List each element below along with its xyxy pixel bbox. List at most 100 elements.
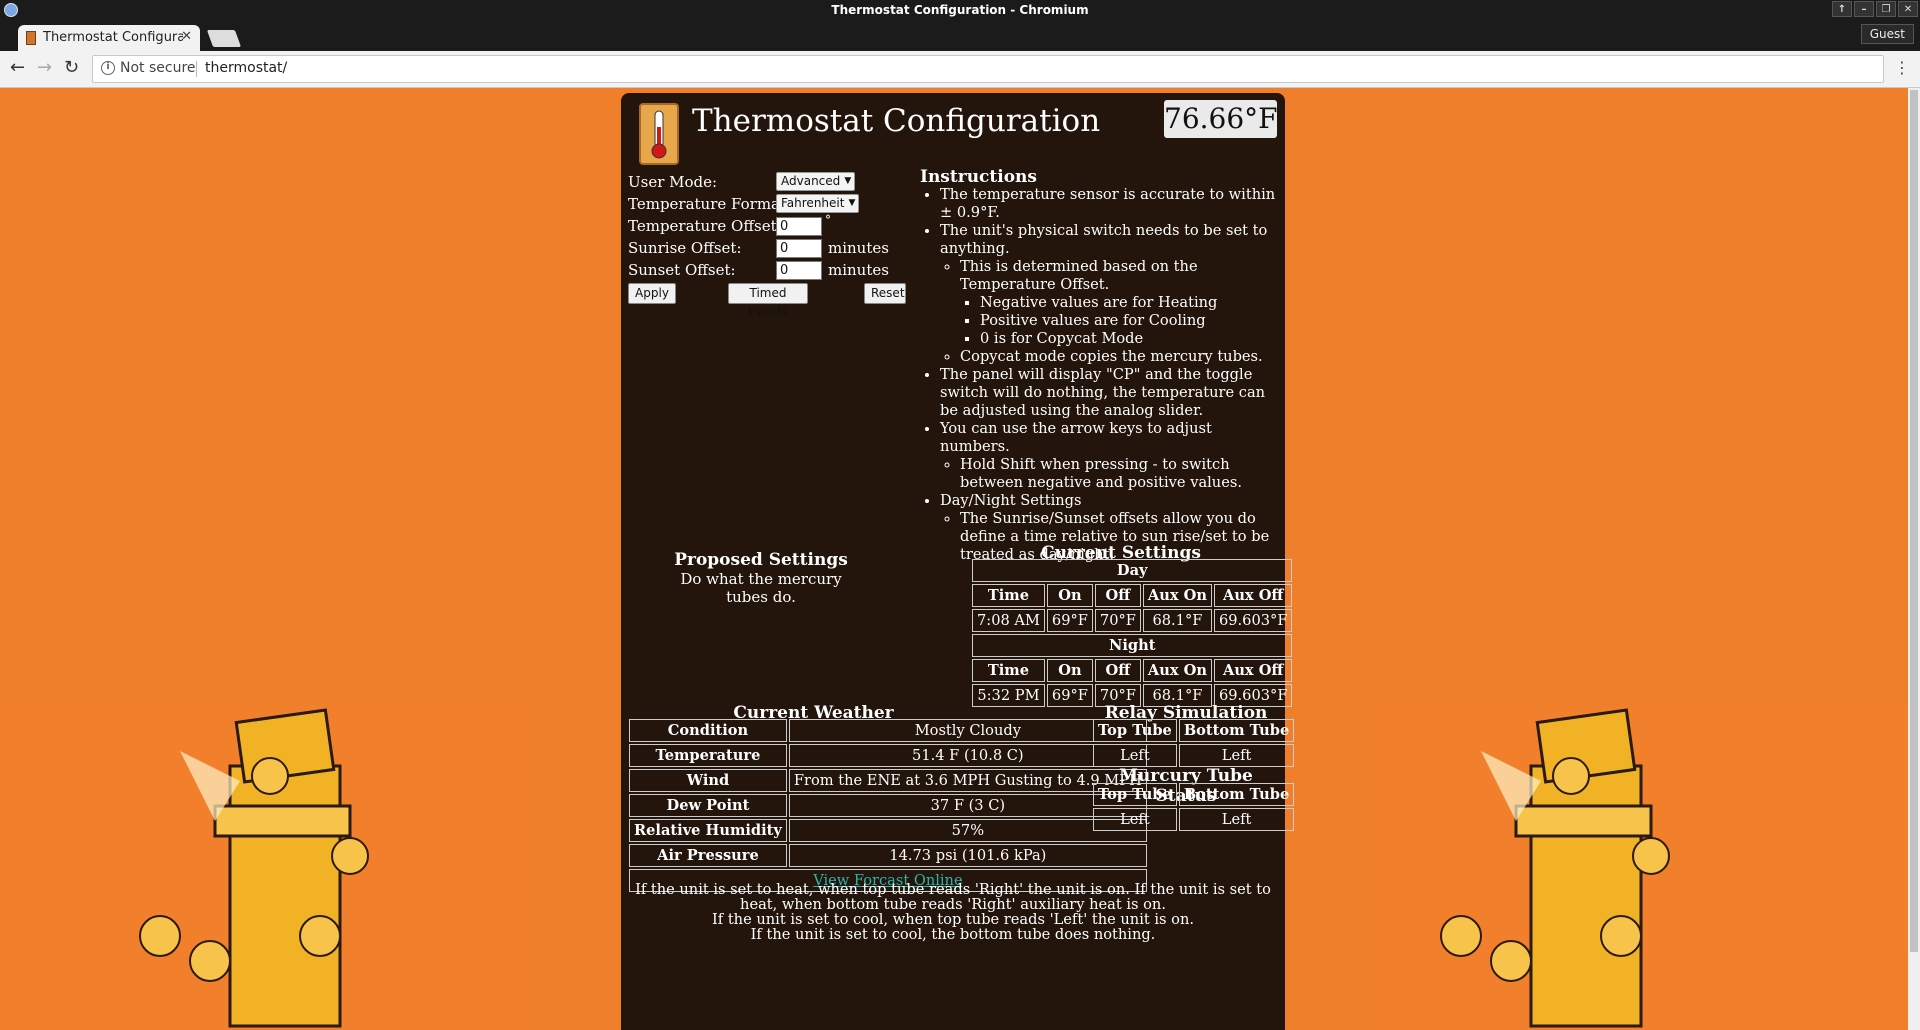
- weather-label: Temperature: [629, 744, 787, 767]
- instruction-text: You can use the arrow keys to adjust num…: [940, 420, 1212, 455]
- day-on: 69°F: [1046, 609, 1093, 632]
- reload-icon[interactable]: ↻: [64, 59, 79, 77]
- cat-illustration-right: [1366, 706, 1908, 1030]
- night-label: Night: [972, 634, 1293, 657]
- column-header: Time: [972, 584, 1045, 607]
- column-header: On: [1046, 659, 1093, 682]
- minutes-unit: minutes: [828, 239, 889, 257]
- current-temperature: 76.66°F: [1164, 100, 1278, 138]
- mercury-top-tube: Left: [1093, 808, 1177, 831]
- temp-format-select[interactable]: Fahrenheit ▼: [776, 194, 860, 213]
- temp-format-value: Fahrenheit: [781, 196, 845, 210]
- tab-strip: Thermostat Configura ✕ Guest: [0, 21, 1920, 51]
- sunset-offset-label: Sunset Offset:: [628, 261, 736, 279]
- column-header: Aux Off: [1213, 584, 1293, 607]
- column-header: Top Tube: [1093, 783, 1177, 806]
- table-row: Air Pressure 14.73 psi (101.6 kPa): [629, 844, 1147, 867]
- day-label: Day: [972, 559, 1293, 582]
- thermostat-panel: Thermostat Configuration 76.66°F User Mo…: [621, 93, 1295, 1030]
- thermometer-favicon-icon: [26, 31, 36, 45]
- proposed-settings-heading: Proposed Settings: [674, 550, 848, 570]
- timed-events-button[interactable]: Timed Events: [728, 283, 808, 319]
- day-aux-off: 69.603°F: [1213, 609, 1293, 632]
- pin-icon[interactable]: ↑: [1832, 1, 1852, 17]
- close-tab-icon[interactable]: ✕: [181, 29, 192, 44]
- relay-bottom-tube: Left: [1178, 744, 1295, 767]
- user-mode-label: User Mode:: [628, 173, 718, 191]
- instruction-item: Positive values are for Cooling: [980, 312, 1280, 330]
- column-header: Aux On: [1142, 584, 1212, 607]
- forward-icon[interactable]: →: [37, 59, 52, 77]
- column-header: Top Tube: [1093, 719, 1177, 742]
- window-title: Thermostat Configuration - Chromium: [831, 3, 1089, 17]
- sunrise-offset-label: Sunrise Offset:: [628, 239, 742, 257]
- page-scrollbar[interactable]: [1908, 88, 1920, 1030]
- menu-icon[interactable]: ⋮: [1894, 58, 1910, 77]
- mercury-status-table: Top Tube Bottom Tube Left Left: [1091, 781, 1296, 833]
- instruction-item: This is determined based on the Temperat…: [960, 258, 1280, 348]
- instruction-item: The panel will display "CP" and the togg…: [940, 366, 1280, 420]
- column-header: Aux On: [1142, 659, 1212, 682]
- relay-top-tube: Left: [1093, 744, 1177, 767]
- weather-value: 14.73 psi (101.6 kPa): [788, 844, 1147, 867]
- address-bar[interactable]: i Not secure thermostat/: [92, 55, 1884, 83]
- proposed-settings-text: Do what the mercury tubes do.: [680, 570, 842, 606]
- url-text[interactable]: thermostat/: [205, 60, 287, 76]
- sunset-offset-input[interactable]: 0: [776, 261, 822, 280]
- table-row: Dew Point 37 F (3 C): [629, 794, 1147, 817]
- reset-button[interactable]: Reset: [864, 283, 906, 304]
- guest-profile-button[interactable]: Guest: [1860, 24, 1914, 44]
- instruction-item: Negative values are for Heating: [980, 294, 1280, 312]
- info-icon[interactable]: i: [101, 61, 115, 75]
- close-window-icon[interactable]: ✕: [1898, 1, 1918, 17]
- footer-line: If the unit is set to cool, when top tub…: [712, 911, 1194, 928]
- footer-line: If the unit is set to heat, when top tub…: [635, 881, 1271, 913]
- thermometer-logo-icon: [639, 103, 679, 165]
- temp-offset-label: Temperature Offset:: [628, 217, 782, 235]
- day-off: 70°F: [1094, 609, 1141, 632]
- minimize-icon[interactable]: –: [1854, 1, 1874, 17]
- table-row: Condition Mostly Cloudy: [629, 719, 1147, 742]
- back-icon[interactable]: ←: [10, 59, 25, 77]
- weather-label: Air Pressure: [629, 844, 787, 867]
- column-header: Off: [1094, 584, 1141, 607]
- instruction-text: Day/Night Settings: [940, 492, 1082, 509]
- table-row: Relative Humidity 57%: [629, 819, 1147, 842]
- page-title: Thermostat Configuration: [692, 103, 1101, 139]
- temp-offset-input[interactable]: 0: [776, 217, 822, 236]
- footer-notes: If the unit is set to heat, when top tub…: [631, 882, 1275, 942]
- minutes-unit: minutes: [828, 261, 889, 279]
- instruction-item: The temperature sensor is accurate to wi…: [940, 186, 1280, 222]
- footer-line: If the unit is set to cool, the bottom t…: [750, 926, 1156, 943]
- sunrise-offset-input[interactable]: 0: [776, 239, 822, 258]
- user-mode-select[interactable]: Advanced ▼: [776, 172, 856, 191]
- page-viewport: Thermostat Configuration 76.66°F User Mo…: [0, 88, 1908, 1030]
- weather-label: Relative Humidity: [629, 819, 787, 842]
- instruction-text: This is determined based on the Temperat…: [960, 258, 1198, 293]
- table-row: Temperature 51.4 F (10.8 C): [629, 744, 1147, 767]
- scrollbar-thumb[interactable]: [1910, 90, 1918, 952]
- weather-label: Dew Point: [629, 794, 787, 817]
- instructions-section: Instructions The temperature sensor is a…: [920, 168, 1280, 564]
- window-titlebar: Thermostat Configuration - Chromium ↑ – …: [0, 0, 1920, 21]
- apply-button[interactable]: Apply: [628, 283, 676, 304]
- dropdown-arrow-icon: ▼: [848, 198, 856, 208]
- instruction-item: The unit's physical switch needs to be s…: [940, 222, 1280, 366]
- column-header: On: [1046, 584, 1093, 607]
- proposed-settings: Proposed Settings Do what the mercury tu…: [661, 550, 861, 606]
- night-on: 69°F: [1046, 684, 1093, 707]
- maximize-icon[interactable]: ❐: [1876, 1, 1896, 17]
- security-label[interactable]: Not secure: [120, 60, 196, 76]
- separator: [196, 61, 197, 77]
- window-controls: ↑ – ❐ ✕: [1832, 1, 1918, 17]
- weather-label: Condition: [629, 719, 787, 742]
- new-tab-button[interactable]: [206, 30, 242, 47]
- tab-thermostat[interactable]: Thermostat Configura ✕: [18, 25, 200, 51]
- instruction-item: Hold Shift when pressing - to switch bet…: [960, 456, 1280, 492]
- temp-format-label: Temperature Format:: [628, 195, 792, 213]
- relay-simulation-table: Top Tube Bottom Tube Left Left: [1091, 717, 1296, 769]
- cat-illustration-left: [0, 706, 535, 1030]
- mercury-bottom-tube: Left: [1178, 808, 1295, 831]
- browser-toolbar: ← → ↻ i Not secure thermostat/ ⋮: [0, 51, 1920, 88]
- user-mode-value: Advanced: [781, 174, 841, 188]
